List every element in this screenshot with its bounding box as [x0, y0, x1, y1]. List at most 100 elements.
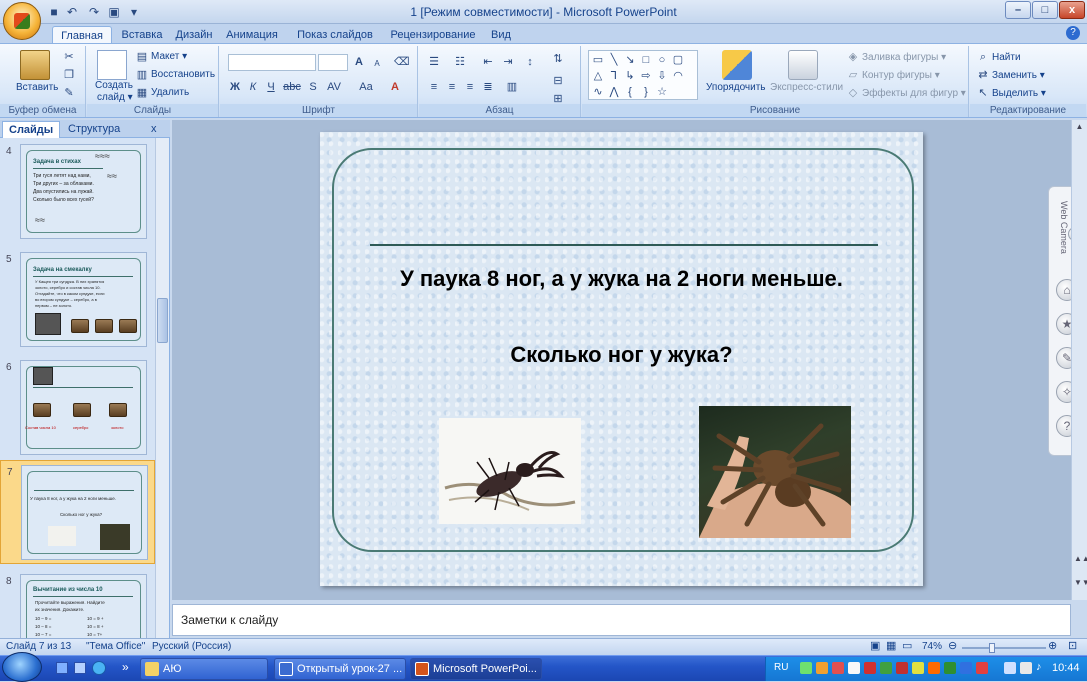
text-direction-icon[interactable]: ⇅ [551, 52, 565, 66]
shapes-gallery[interactable]: ▭ ╲ ↘ □ ○ ▢ △ ⅂ ↳ ⇨ ⇩ ◠ ∿ ⋀ { } ☆ [588, 50, 698, 100]
align-text-icon[interactable]: ⊟ [551, 74, 565, 88]
tab-slideshow[interactable]: Показ слайдов [294, 26, 376, 44]
next-slide-icon[interactable]: ▼▼ [1074, 578, 1087, 600]
shape-connector-icon[interactable]: ↳ [623, 69, 637, 83]
notes-placeholder[interactable]: Заметки к слайду [181, 613, 278, 627]
thumbnail-slide-8[interactable]: 8 Вычитание из числа 10 Прочитайте выраж… [0, 570, 155, 638]
shape-down-arrow-icon[interactable]: ⇩ [655, 69, 669, 83]
format-painter-icon[interactable]: ✎ [62, 86, 76, 100]
shape-oval-icon[interactable]: ○ [655, 53, 669, 67]
numbering-icon[interactable]: ☷ [453, 55, 467, 69]
taskbar-overflow-chevron[interactable]: » [122, 660, 129, 674]
tray-icon[interactable] [912, 662, 924, 674]
shape-outline-button[interactable]: Контур фигуры ▾ [862, 70, 940, 81]
paste-icon[interactable] [20, 50, 50, 80]
arrange-button[interactable]: Упорядочить [706, 82, 766, 93]
tray-icon[interactable] [960, 662, 972, 674]
zoom-slider-handle[interactable] [988, 643, 995, 653]
tray-icon[interactable] [896, 662, 908, 674]
find-button[interactable]: Найти [992, 52, 1021, 63]
pane-close-button[interactable]: x [148, 121, 160, 138]
clear-format-icon[interactable]: ⌫ [394, 55, 410, 69]
clock[interactable]: 10:44 [1052, 662, 1080, 674]
tab-view[interactable]: Вид [484, 26, 518, 44]
thumbnail-slide-5[interactable]: 5 Задача на смекалку У Кащея три сундука… [0, 248, 155, 348]
tab-insert[interactable]: Вставка [114, 26, 170, 44]
tray-icon[interactable] [864, 662, 876, 674]
shape-chevron-icon[interactable]: ⋀ [607, 85, 621, 99]
thumbnail-slide-7-selected[interactable]: 7 У паука 8 ног, а у жука на 2 ноги мень… [0, 460, 155, 564]
maximize-button[interactable]: □ [1032, 1, 1058, 19]
tray-icon[interactable] [800, 662, 812, 674]
language-indicator[interactable]: Русский (Россия) [152, 641, 231, 652]
tab-design[interactable]: Дизайн [168, 26, 220, 44]
tray-icon[interactable] [848, 662, 860, 674]
zoom-slider-track[interactable] [962, 647, 1046, 649]
shape-rect-icon[interactable]: □ [639, 53, 653, 67]
tray-icon[interactable] [976, 662, 988, 674]
thumbnail-slide-6[interactable]: 6 Состав числа 10 серебро золото [0, 356, 155, 456]
sorter-view-icon[interactable]: ▦ [886, 641, 896, 652]
align-center-icon[interactable]: ≡ [445, 80, 459, 94]
shape-textbox-icon[interactable]: ▭ [591, 53, 605, 67]
tray-icon[interactable] [832, 662, 844, 674]
zoom-level[interactable]: 74% [922, 641, 942, 652]
fit-window-icon[interactable]: ⊡ [1068, 641, 1077, 652]
paste-button[interactable]: Вставить [16, 82, 58, 93]
underline-button[interactable]: Ч [264, 80, 278, 94]
network-icon[interactable] [1004, 662, 1016, 674]
keyboard-language[interactable]: RU [774, 662, 788, 673]
tab-animation[interactable]: Анимация [222, 26, 282, 44]
columns-icon[interactable]: ▥ [505, 80, 519, 94]
quick-styles-button[interactable]: Экспресс-стили [770, 82, 843, 93]
current-slide[interactable]: У паука 8 ног, а у жука на 2 ноги меньше… [320, 132, 923, 586]
layout-button[interactable]: Макет ▾ [151, 51, 187, 62]
shape-brace-right-icon[interactable]: } [639, 85, 653, 99]
quick-launch-icon[interactable] [74, 662, 86, 674]
tab-home[interactable]: Главная [52, 26, 112, 44]
font-color-icon[interactable]: A [388, 80, 402, 94]
taskbar-item-powerpoint[interactable]: Microsoft PowerPoi... [410, 658, 542, 680]
close-button[interactable]: x [1059, 1, 1085, 19]
stag-beetle-image[interactable] [439, 418, 581, 524]
char-spacing-button[interactable]: AV [324, 80, 344, 94]
zoom-out-icon[interactable]: ⊖ [948, 641, 957, 652]
shape-triangle-icon[interactable]: △ [591, 69, 605, 83]
justify-icon[interactable]: ≣ [481, 80, 495, 94]
slide-text-line-2[interactable]: Сколько ног у жука? [320, 342, 923, 368]
normal-view-icon[interactable]: ▣ [870, 641, 880, 652]
tray-icon[interactable] [944, 662, 956, 674]
copy-icon[interactable]: ❐ [62, 68, 76, 82]
tab-review[interactable]: Рецензирование [386, 26, 480, 44]
shape-star-icon[interactable]: ☆ [655, 85, 669, 99]
shape-effects-button[interactable]: Эффекты для фигур ▾ [862, 88, 966, 99]
change-case-button[interactable]: Aa [356, 80, 376, 94]
scrollbar-thumb[interactable] [157, 298, 168, 343]
cut-icon[interactable]: ✂ [62, 50, 76, 64]
zoom-in-icon[interactable]: ⊕ [1048, 641, 1057, 652]
font-size-select[interactable] [318, 54, 348, 71]
align-left-icon[interactable]: ≡ [427, 80, 441, 94]
new-slide-dropdown[interactable]: слайд ▾ [97, 92, 133, 103]
italic-button[interactable]: К [246, 80, 260, 94]
help-icon[interactable]: ? [1066, 26, 1080, 40]
minimize-button[interactable]: – [1005, 1, 1031, 19]
thumbnail-slide-4[interactable]: 4 Задача в стихах Три гуся летят над нам… [0, 140, 155, 240]
prev-slide-icon[interactable]: ▲▲ [1074, 554, 1087, 576]
align-right-icon[interactable]: ≡ [463, 80, 477, 94]
shrink-font-button[interactable]: A [370, 57, 384, 71]
slides-pane-scrollbar[interactable] [155, 138, 169, 638]
theme-name[interactable]: "Тема Office" [86, 641, 145, 652]
tray-icon[interactable] [816, 662, 828, 674]
line-spacing-icon[interactable]: ↕ [523, 55, 537, 69]
shape-fill-button[interactable]: Заливка фигуры ▾ [862, 52, 946, 63]
font-name-select[interactable] [228, 54, 316, 71]
replace-button[interactable]: Заменить ▾ [992, 70, 1045, 81]
show-desktop-icon[interactable] [56, 662, 68, 674]
reset-button[interactable]: Восстановить [151, 69, 215, 80]
bullets-icon[interactable]: ☰ [427, 55, 441, 69]
tray-icon[interactable] [880, 662, 892, 674]
volume-icon[interactable]: ♪ [1036, 661, 1042, 673]
shape-line-icon[interactable]: ╲ [607, 53, 621, 67]
new-slide-icon[interactable] [97, 50, 127, 80]
